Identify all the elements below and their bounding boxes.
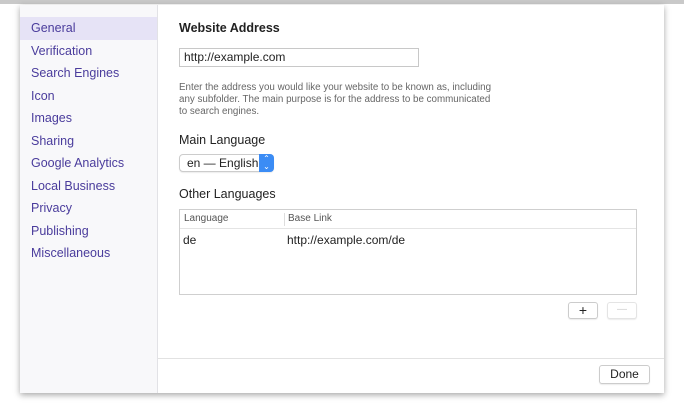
sidebar-item-privacy[interactable]: Privacy (20, 197, 157, 220)
chevron-up-down-icon: ⌃ ⌄ (259, 154, 274, 172)
settings-dialog: General Verification Search Engines Icon… (20, 5, 664, 393)
main-language-select[interactable]: en — English ⌃ ⌄ (179, 154, 274, 172)
sidebar-item-verification[interactable]: Verification (20, 40, 157, 63)
sidebar-item-google-analytics[interactable]: Google Analytics (20, 152, 157, 175)
general-pane: Website Address http://example.com Enter… (158, 5, 664, 393)
done-button[interactable]: Done (599, 365, 650, 384)
sidebar-item-miscellaneous[interactable]: Miscellaneous (20, 242, 157, 265)
table-header: Language Base Link (180, 210, 636, 229)
sidebar-item-icon[interactable]: Icon (20, 85, 157, 108)
add-language-button[interactable]: + (568, 302, 598, 319)
base-link-cell: http://example.com/de (287, 233, 406, 247)
column-divider (284, 213, 285, 226)
column-header-language[interactable]: Language (184, 210, 229, 228)
sidebar-item-local-business[interactable]: Local Business (20, 175, 157, 198)
website-address-help: Enter the address you would like your we… (179, 82, 492, 117)
other-languages-heading: Other Languages (179, 187, 276, 201)
column-header-base-link[interactable]: Base Link (288, 210, 332, 228)
main-language-value: en — English (187, 156, 259, 170)
footer-divider (158, 358, 664, 359)
sidebar-item-general[interactable]: General (20, 17, 157, 40)
website-address-input[interactable]: http://example.com (179, 48, 419, 67)
sidebar-item-images[interactable]: Images (20, 107, 157, 130)
remove-language-button[interactable]: — (607, 302, 637, 319)
website-address-heading: Website Address (179, 21, 280, 35)
other-languages-table: Language Base Link de http://example.com… (179, 209, 637, 295)
table-row[interactable]: de http://example.com/de (180, 229, 636, 249)
sidebar-item-search-engines[interactable]: Search Engines (20, 62, 157, 85)
sidebar-item-publishing[interactable]: Publishing (20, 220, 157, 243)
language-cell: de (183, 233, 197, 247)
sidebar-item-sharing[interactable]: Sharing (20, 130, 157, 153)
window-top-bar (0, 0, 684, 4)
sidebar: General Verification Search Engines Icon… (20, 5, 158, 393)
main-language-heading: Main Language (179, 133, 266, 147)
